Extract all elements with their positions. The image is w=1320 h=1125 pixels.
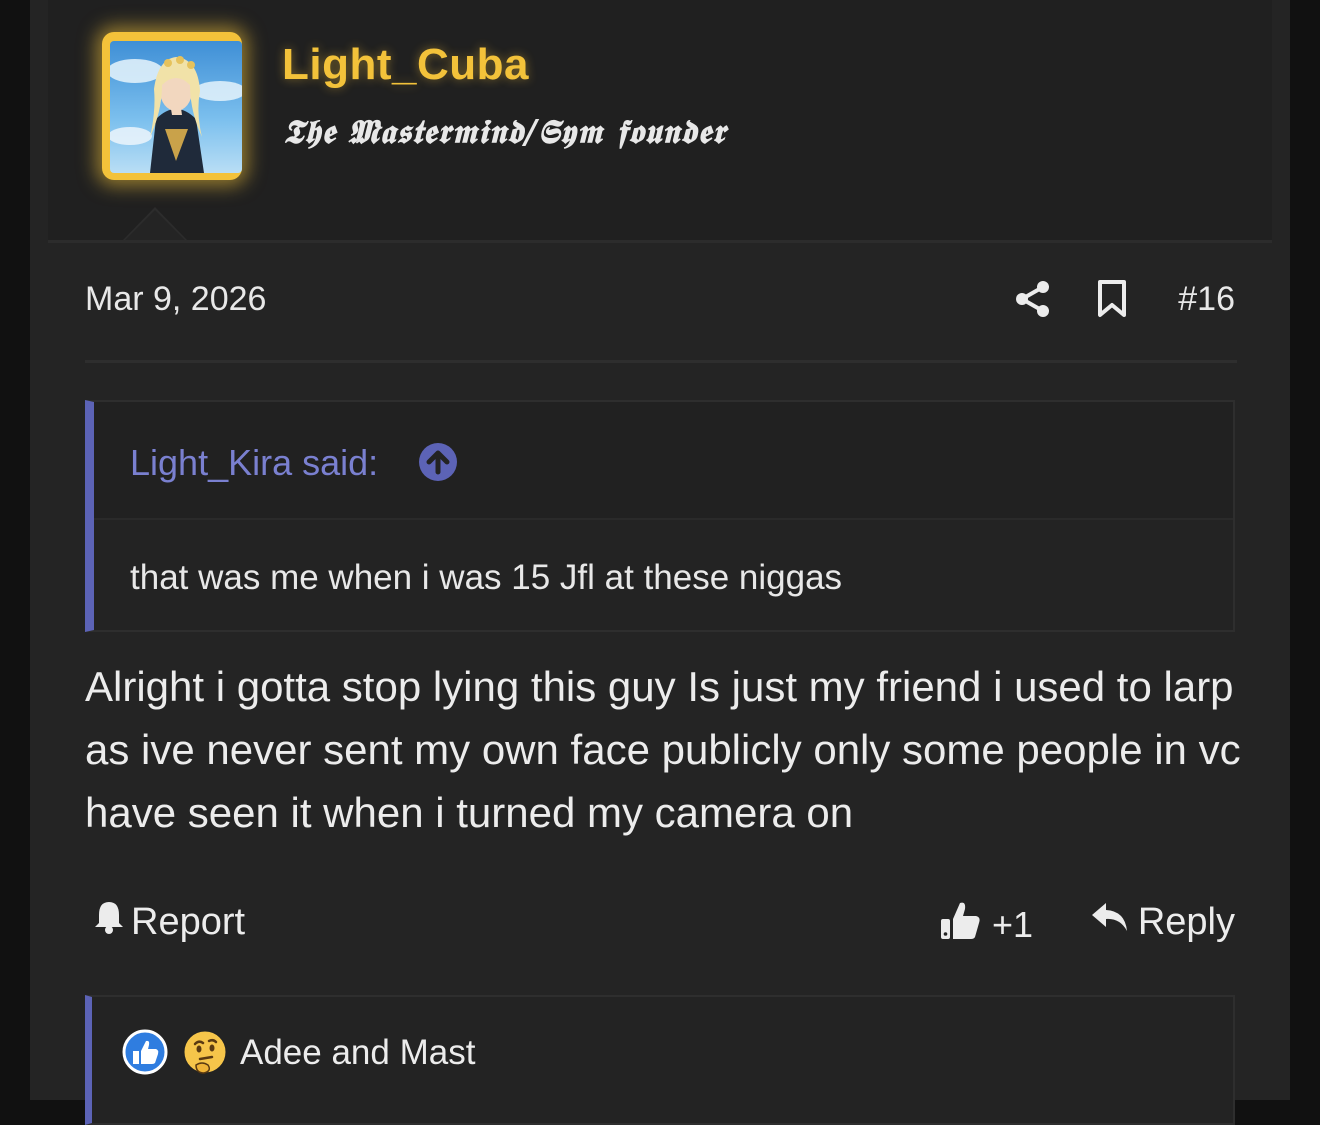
thumbs-up-icon [940,899,982,950]
reply-icon [1090,899,1130,945]
quote-author[interactable]: Light_Kira said: [130,442,378,484]
post-number[interactable]: #16 [1178,280,1235,319]
post-meta: Mar 9, 2026 #16 [85,270,1235,330]
post-user-header: Light_Cuba 𝕿𝖍𝖊 𝕸𝖆𝖘𝖙𝖊𝖗𝖒𝖎𝖓𝖉/𝕾𝖞𝖒 𝖋𝖔𝖚𝖓𝖉𝖊𝖗 [48,0,1272,243]
post-message: Alright i gotta stop lying this guy Is j… [85,663,1241,836]
post-date[interactable]: Mar 9, 2026 [85,280,266,319]
reactions-bar[interactable]: Adee and Mast [85,995,1235,1125]
post-actions: Report +1 Reply [85,895,1235,955]
reply-label: Reply [1137,900,1235,943]
divider [85,360,1237,363]
share-icon[interactable] [1015,280,1051,323]
avatar[interactable] [110,41,242,173]
like-reaction-icon [122,1029,168,1080]
username[interactable]: Light_Cuba [282,40,529,90]
bell-icon [93,899,125,945]
bookmark-icon[interactable] [1097,280,1127,323]
avatar-frame [102,32,242,180]
post-container: Light_Cuba 𝕿𝖍𝖊 𝕸𝖆𝖘𝖙𝖊𝖗𝖒𝖎𝖓𝖉/𝕾𝖞𝖒 𝖋𝖔𝖚𝖓𝖉𝖊𝖗 Ma… [30,0,1290,1125]
thinking-reaction-icon [182,1029,230,1080]
quote-block: Light_Kira said: that was me when i was … [85,400,1235,632]
reaction-names[interactable]: Adee and Mast [240,1033,475,1073]
reply-button[interactable]: Reply [1090,899,1235,945]
report-label: Report [131,900,246,943]
user-title: 𝕿𝖍𝖊 𝕸𝖆𝖘𝖙𝖊𝖗𝖒𝖎𝖓𝖉/𝕾𝖞𝖒 𝖋𝖔𝖚𝖓𝖉𝖊𝖗 [283,112,726,151]
quote-header: Light_Kira said: [94,402,1233,520]
report-button[interactable]: Report [93,899,245,945]
jump-to-quote-icon[interactable] [418,442,458,487]
quote-text: that was me when i was 15 Jfl at these n… [130,558,843,597]
like-button[interactable]: +1 [940,899,1033,950]
like-count: +1 [992,903,1034,945]
header-pointer [123,207,187,240]
